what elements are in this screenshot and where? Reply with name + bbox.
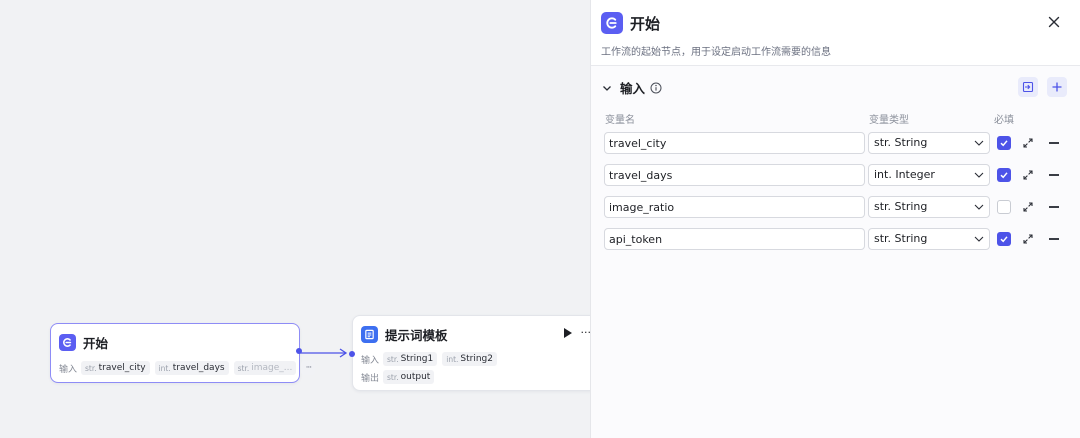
panel-title: 开始 xyxy=(630,15,661,33)
panel-description: 工作流的起始节点，用于设定启动工作流需要的信息 xyxy=(601,47,831,58)
variable-name-input[interactable] xyxy=(604,164,865,186)
start-icon xyxy=(601,12,623,34)
start-node-title: 开始 xyxy=(83,336,109,351)
variable-name-input[interactable] xyxy=(604,228,865,250)
variable-row: str. String xyxy=(604,228,1064,250)
chevron-down-icon xyxy=(974,172,984,178)
required-checkbox[interactable] xyxy=(997,168,1011,182)
chevron-down-icon[interactable] xyxy=(601,82,613,94)
input-section-title: 输入 xyxy=(620,81,646,96)
required-checkbox[interactable] xyxy=(997,136,1011,150)
variable-chip: str. image_... xyxy=(233,361,297,375)
variable-chip: int. String2 xyxy=(442,352,497,366)
column-header-required: 必填 xyxy=(994,115,1014,126)
variable-name-input[interactable] xyxy=(604,132,865,154)
plus-icon[interactable] xyxy=(1047,77,1067,97)
close-icon[interactable] xyxy=(1045,13,1063,31)
variable-row: int. Integer xyxy=(604,164,1064,186)
expand-icon[interactable] xyxy=(1022,201,1034,213)
prompt-node-input-label: 输入 xyxy=(361,355,380,366)
connection-edge[interactable] xyxy=(300,347,352,359)
variable-chip: str. output xyxy=(383,370,435,384)
prompt-node-input-port[interactable] xyxy=(349,351,355,357)
variable-chip: str. String1 xyxy=(383,352,438,366)
prompt-node-inputs: 输入 str. String1 int. String2 xyxy=(361,352,502,366)
info-icon[interactable] xyxy=(650,82,662,94)
start-node-header: 开始 xyxy=(59,333,108,352)
variable-type-select[interactable]: str. String xyxy=(868,228,990,250)
start-node-input-label: 输入 xyxy=(59,364,78,375)
minus-icon[interactable] xyxy=(1049,238,1059,240)
minus-icon[interactable] xyxy=(1049,206,1059,208)
panel-header: 开始 工作流的起始节点，用于设定启动工作流需要的信息 xyxy=(591,0,1080,66)
variable-row: str. String xyxy=(604,132,1064,154)
prompt-node-output-label: 输出 xyxy=(361,373,380,384)
required-checkbox[interactable] xyxy=(997,232,1011,246)
start-icon xyxy=(59,334,76,351)
prompt-node-title: 提示词模板 xyxy=(385,328,448,343)
more-inputs-button[interactable]: ··· xyxy=(301,361,316,375)
variable-chip: int. travel_days xyxy=(154,361,229,375)
start-node[interactable]: 开始 输入 str. travel_city int. travel_days st… xyxy=(50,323,316,383)
workflow-canvas[interactable]: 开始 输入 str. travel_city int. travel_days st… xyxy=(0,0,602,438)
prompt-template-icon xyxy=(361,326,378,343)
start-node-inputs: 输入 str. travel_city int. travel_days str. i… xyxy=(59,361,316,375)
expand-icon[interactable] xyxy=(1022,137,1034,149)
chevron-down-icon xyxy=(974,140,984,146)
column-header-name: 变量名 xyxy=(605,115,635,126)
required-checkbox[interactable] xyxy=(997,200,1011,214)
variable-type-select[interactable]: str. String xyxy=(868,196,990,218)
minus-icon[interactable] xyxy=(1049,142,1059,144)
play-icon[interactable] xyxy=(563,327,572,338)
minus-icon[interactable] xyxy=(1049,174,1059,176)
chevron-down-icon xyxy=(974,204,984,210)
variable-row: str. String xyxy=(604,196,1064,218)
expand-icon[interactable] xyxy=(1022,233,1034,245)
chevron-down-icon xyxy=(974,236,984,242)
prompt-node-header: 提示词模板 xyxy=(361,325,448,344)
input-section-header[interactable]: 输入 xyxy=(601,78,662,97)
prompt-node-outputs: 输出 str. output xyxy=(361,370,439,384)
column-header-type: 变量类型 xyxy=(869,115,909,126)
prompt-template-node[interactable]: 提示词模板 ··· 输入 str. String1 int. String2 输出 … xyxy=(349,315,602,391)
variable-type-select[interactable]: int. Integer xyxy=(868,164,990,186)
variable-name-input[interactable] xyxy=(604,196,865,218)
expand-icon[interactable] xyxy=(1022,169,1034,181)
node-settings-panel: 开始 工作流的起始节点，用于设定启动工作流需要的信息 输入 变量名 变量类型 必… xyxy=(590,0,1080,438)
import-icon[interactable] xyxy=(1018,77,1038,97)
variable-chip: str. travel_city xyxy=(81,361,150,375)
variable-type-select[interactable]: str. String xyxy=(868,132,990,154)
prompt-node-actions: ··· xyxy=(563,326,591,339)
